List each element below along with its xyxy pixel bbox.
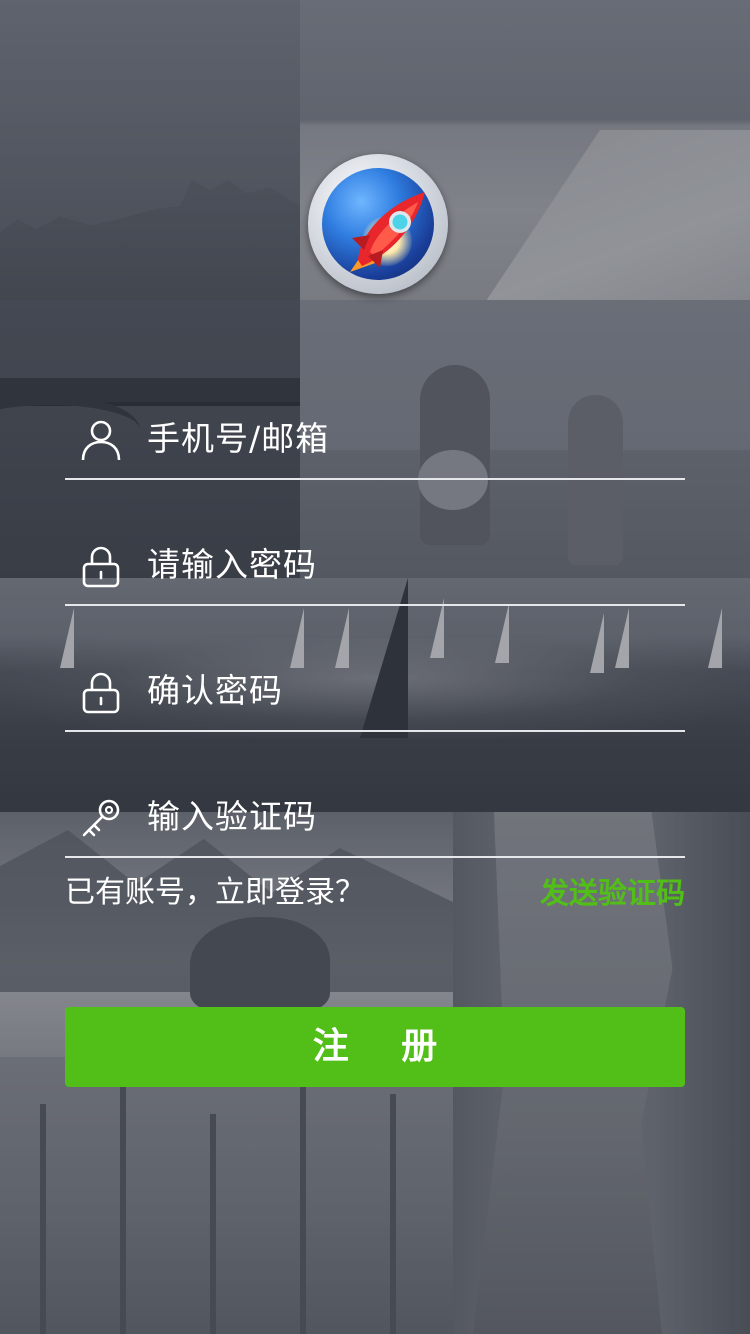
user-icon [81, 420, 121, 461]
verification-code-field[interactable]: 输入验证码 [65, 786, 685, 858]
password-placeholder: 请输入密码 [147, 545, 317, 584]
password-field[interactable]: 请输入密码 [65, 534, 685, 606]
confirm-password-field[interactable]: 确认密码 [65, 660, 685, 732]
rocket-logo-icon [308, 154, 448, 294]
lock-icon [82, 546, 120, 588]
register-screen: 手机号/邮箱 请输入密码 确认密码 输入验证码 已有账号，立即登录？ 发送验证码 [0, 0, 750, 1334]
register-button[interactable]: 注 册 [65, 1007, 685, 1087]
login-link[interactable]: 已有账号，立即登录？ [65, 868, 365, 918]
key-icon [82, 799, 120, 837]
phone-email-field[interactable]: 手机号/邮箱 [65, 408, 685, 480]
lock-icon [82, 672, 120, 714]
send-code-button[interactable]: 发送验证码 [540, 868, 685, 918]
confirm-password-placeholder: 确认密码 [147, 671, 283, 710]
verification-code-placeholder: 输入验证码 [147, 797, 317, 836]
phone-email-placeholder: 手机号/邮箱 [147, 419, 330, 458]
